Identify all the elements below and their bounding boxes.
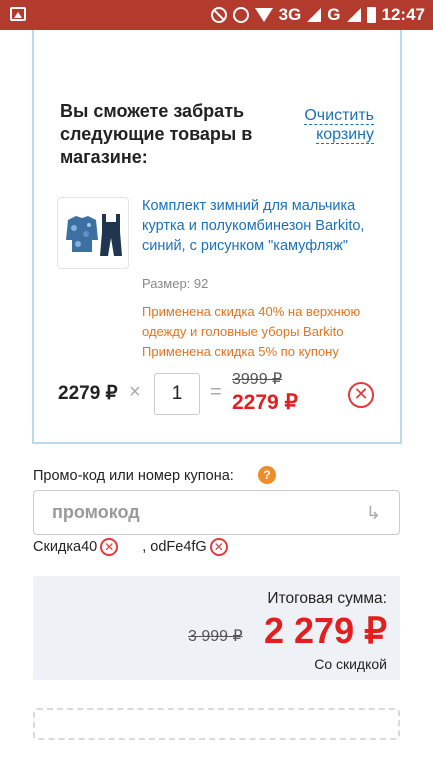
network-type: 3G [278,5,302,24]
coupon-code: Скидка40 [33,539,98,555]
equals-sign: = [210,381,222,403]
clock: 12:47 [381,5,425,24]
new-price: 2279 ₽ [232,391,298,414]
snowsuit-image-icon [66,214,122,256]
clear-cart-link[interactable]: Очистить корзину [304,106,374,144]
coupon-chip: Скидка40 ✕ [33,538,119,556]
total-new-price: 2 279 ₽ [264,610,387,651]
discount-note: Применена скидка 40% на верхнюю одежду и… [142,304,361,339]
status-bar: 3G G 12:47 [0,0,433,30]
discount-note: Применена скидка 5% по купону [142,344,339,359]
promo-label: Промо-код или номер купона: [33,468,234,484]
remove-item-button[interactable]: ✕ [348,382,374,408]
product-thumbnail[interactable] [57,197,129,269]
product-name-link[interactable]: Комплект зимний для мальчика куртка и по… [142,196,382,256]
discount-notes: Применена скидка 40% на верхнюю одежду и… [142,302,382,362]
gallery-notification-icon [10,7,26,21]
applied-coupons: Скидка40 ✕ , odFe4fG ✕ [33,536,228,558]
remove-coupon-icon[interactable]: ✕ [100,538,119,556]
status-icons: 3G G 12:47 [210,4,425,26]
signal-icon [307,8,322,22]
alarm-icon [232,7,249,23]
clear-cart-line2[interactable]: корзину [316,126,374,144]
clear-cart-line1[interactable]: Очистить [304,107,374,125]
old-price: 3999 ₽ [232,371,283,388]
promo-field[interactable]: ↳ [33,490,400,535]
close-circle-icon: ✕ [353,384,369,404]
total-label: Итоговая сумма: [267,590,387,607]
total-note: Со скидкой [314,656,387,672]
carrier-letter: G [327,5,341,24]
promo-input[interactable] [34,491,334,534]
product-size: Размер: 92 [142,276,209,291]
wifi-icon [254,8,273,22]
coupon-code: , odFe4fG [142,539,207,555]
help-icon[interactable]: ? [258,466,276,484]
dashed-placeholder-box [33,708,400,740]
pickup-title: Вы сможете забрать следующие товары в ма… [60,101,253,167]
quantity-input[interactable]: 1 [154,373,200,415]
total-box: Итоговая сумма: 3 999 ₽ 2 279 ₽ Со скидк… [33,576,400,680]
signal-icon-2 [346,8,361,22]
coupon-chip: , odFe4fG ✕ [142,538,228,556]
unit-price: 2279 ₽ [58,383,118,404]
return-arrow-icon[interactable]: ↳ [366,503,381,524]
battery-icon [366,7,376,23]
times-sign: × [129,381,141,403]
total-old-price: 3 999 ₽ [188,628,243,645]
remove-coupon-icon[interactable]: ✕ [209,538,228,556]
cart-box: Вы сможете забрать следующие товары в ма… [32,30,402,444]
do-not-disturb-icon [210,7,227,23]
